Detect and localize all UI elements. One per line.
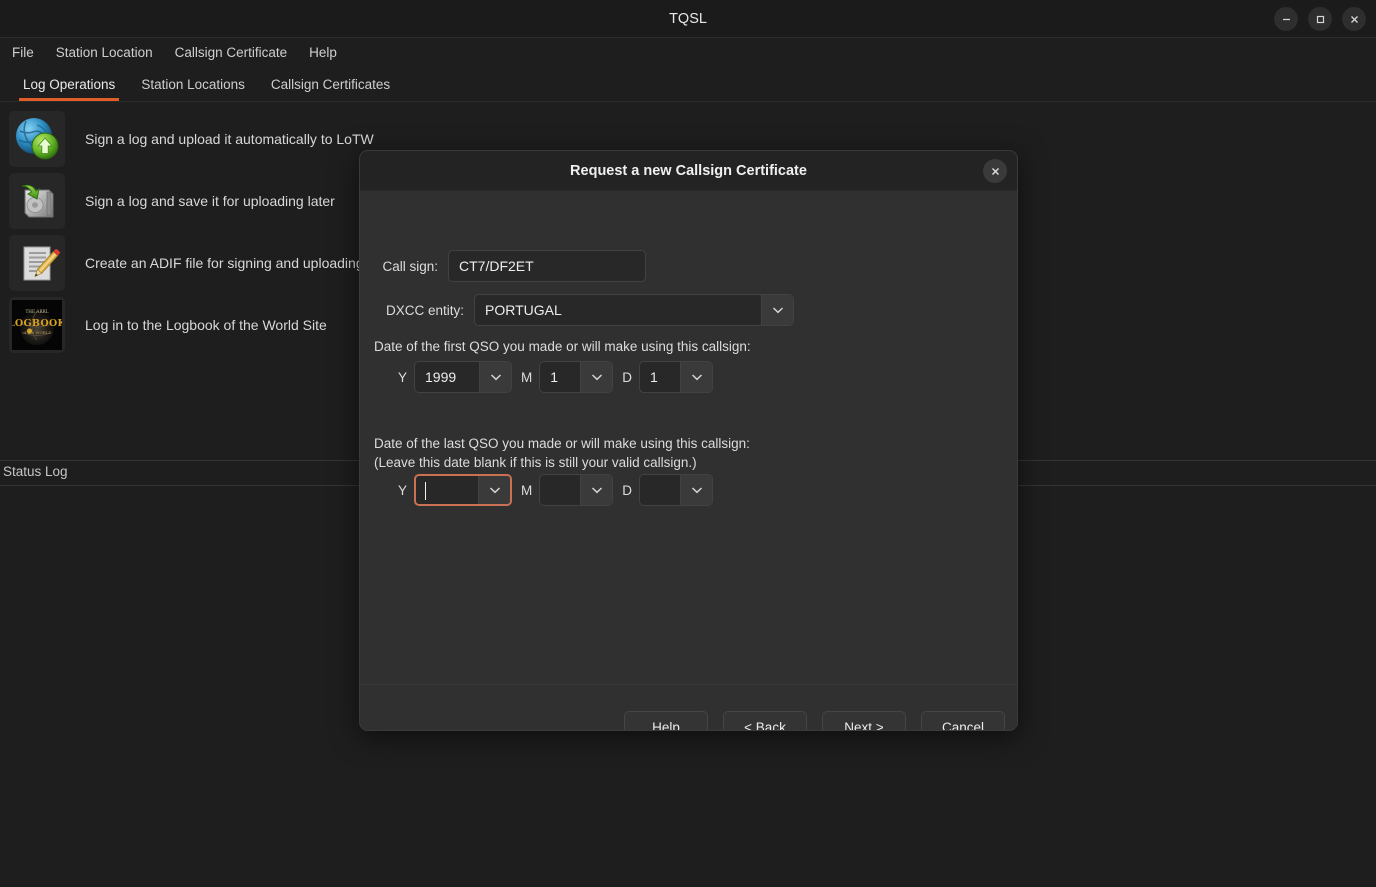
year-marker: Y: [398, 369, 408, 385]
back-button[interactable]: < Back: [723, 710, 807, 730]
first-qso-date-row: Y 1999 M 1 D 1: [398, 361, 714, 393]
last-qso-month-select[interactable]: [539, 474, 614, 506]
tqsl-main-window: TQSL File Station Location Callsign Cert…: [0, 0, 1376, 887]
first-qso-year-group: Y 1999: [398, 361, 513, 393]
svg-text:LOGBOOK: LOGBOOK: [12, 318, 62, 329]
last-qso-prompt: Date of the last QSO you made or will ma…: [374, 434, 750, 472]
next-button[interactable]: Next >: [822, 710, 906, 730]
action-label: Sign a log and save it for uploading lat…: [85, 193, 335, 209]
chevron-down-icon[interactable]: [479, 362, 512, 392]
last-qso-month-group: M: [521, 474, 614, 506]
status-log-label: Status Log: [3, 464, 68, 479]
action-label: Sign a log and upload it automatically t…: [85, 131, 374, 147]
first-qso-day-value: 1: [650, 369, 658, 385]
first-qso-month-value: 1: [550, 369, 559, 385]
last-qso-day-value: [640, 475, 680, 505]
maximize-icon[interactable]: [1308, 7, 1332, 31]
svg-text:THE ARRL: THE ARRL: [26, 309, 49, 314]
close-icon[interactable]: [1342, 7, 1366, 31]
last-qso-year-value: [416, 476, 478, 504]
month-marker: M: [521, 482, 533, 498]
window-title: TQSL: [669, 11, 707, 27]
chevron-down-icon[interactable]: [478, 476, 511, 504]
month-marker: M: [521, 369, 533, 385]
dxcc-label: DXCC entity:: [385, 302, 464, 318]
window-titlebar: TQSL: [0, 0, 1376, 38]
callsign-label: Call sign:: [382, 258, 438, 274]
menu-item-station-location[interactable]: Station Location: [45, 42, 164, 63]
day-marker: D: [622, 482, 633, 498]
help-button[interactable]: Help: [624, 710, 708, 730]
dialog-header: Request a new Callsign Certificate: [360, 151, 1017, 191]
dialog-footer: Help < Back Next > Cancel: [360, 684, 1017, 730]
close-icon[interactable]: [983, 159, 1007, 183]
chevron-down-icon[interactable]: [680, 475, 713, 505]
svg-text:of the WORLD: of the WORLD: [22, 330, 51, 335]
last-qso-day-select[interactable]: [639, 474, 714, 506]
last-qso-day-group: D: [622, 474, 714, 506]
dxcc-field-row: DXCC entity: PORTUGAL: [376, 294, 794, 326]
dialog-title: Request a new Callsign Certificate: [570, 163, 807, 179]
tab-station-locations[interactable]: Station Locations: [128, 71, 258, 101]
first-qso-day-select[interactable]: 1: [639, 361, 714, 393]
last-qso-month-value: [540, 475, 580, 505]
last-qso-year-select[interactable]: [414, 474, 513, 506]
callsign-input[interactable]: [448, 250, 646, 282]
last-qso-prompt-line1: Date of the last QSO you made or will ma…: [374, 436, 750, 451]
first-qso-year-value: 1999: [425, 369, 457, 385]
tabbar: Log Operations Station Locations Callsig…: [0, 66, 1376, 102]
dxcc-entity-select[interactable]: PORTUGAL: [474, 294, 794, 326]
cancel-button[interactable]: Cancel: [921, 710, 1005, 730]
year-marker: Y: [398, 482, 408, 498]
first-qso-month-group: M 1: [521, 361, 614, 393]
globe-upload-icon: [9, 111, 65, 167]
window-controls: [1274, 7, 1366, 31]
action-label: Create an ADIF file for signing and uplo…: [85, 255, 364, 271]
dxcc-entity-value: PORTUGAL: [485, 302, 562, 318]
menu-item-callsign-certificate[interactable]: Callsign Certificate: [164, 42, 299, 63]
menu-item-file[interactable]: File: [12, 42, 45, 63]
chevron-down-icon[interactable]: [680, 362, 713, 392]
day-marker: D: [622, 369, 633, 385]
chevron-down-icon[interactable]: [580, 475, 613, 505]
chevron-down-icon[interactable]: [580, 362, 613, 392]
menubar: File Station Location Callsign Certifica…: [0, 38, 1376, 66]
tab-callsign-certificates[interactable]: Callsign Certificates: [258, 71, 403, 101]
menu-item-help[interactable]: Help: [298, 42, 348, 63]
last-qso-prompt-line2: (Leave this date blank if this is still …: [374, 455, 697, 470]
chevron-down-icon[interactable]: [761, 295, 793, 325]
document-pencil-icon: [9, 235, 65, 291]
first-qso-prompt: Date of the first QSO you made or will m…: [374, 339, 751, 354]
first-qso-day-group: D 1: [622, 361, 714, 393]
last-qso-date-row: Y M D: [398, 474, 714, 506]
minimize-icon[interactable]: [1274, 7, 1298, 31]
first-qso-month-select[interactable]: 1: [539, 361, 614, 393]
lotw-logo-icon: THE ARRL LOGBOOK of the WORLD: [9, 297, 65, 353]
request-callsign-certificate-dialog: Request a new Callsign Certificate Call …: [359, 150, 1018, 731]
callsign-field-row: Call sign:: [376, 250, 646, 282]
first-qso-year-select[interactable]: 1999: [414, 361, 513, 393]
last-qso-year-group: Y: [398, 474, 513, 506]
action-label: Log in to the Logbook of the World Site: [85, 317, 327, 333]
drive-save-icon: [9, 173, 65, 229]
dialog-body: Call sign: DXCC entity: PORTUGAL Date of…: [360, 191, 1017, 684]
tab-log-operations[interactable]: Log Operations: [10, 71, 128, 101]
